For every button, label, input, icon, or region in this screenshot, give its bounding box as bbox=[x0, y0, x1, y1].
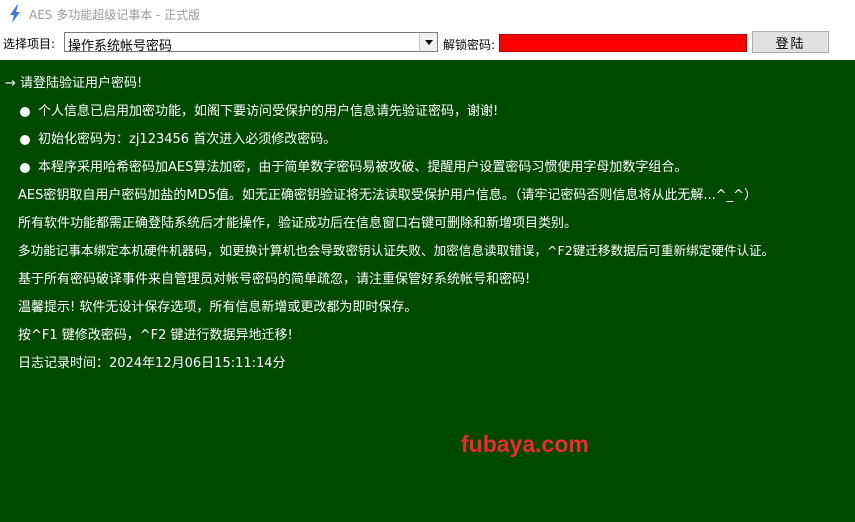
window-title: AES 多功能超级记事本 - 正式版 bbox=[29, 7, 201, 22]
list-item: 初始化密码为：zj123456 首次进入必须修改密码。 bbox=[20, 128, 336, 147]
unlock-password-input[interactable] bbox=[499, 34, 747, 52]
project-select[interactable]: 操作系统帐号密码 bbox=[64, 32, 438, 54]
log-time: 日志记录时间：2024年12月06日15:11:14分 bbox=[18, 356, 286, 371]
title-bar: AES 多功能超级记事本 - 正式版 bbox=[0, 0, 855, 28]
watermark: fubaya.com bbox=[461, 431, 589, 457]
project-select-value: 操作系统帐号密码 bbox=[68, 39, 173, 54]
info-line: AES密钥取自用户密码加盐的MD5值。如无正确密钥验证将无法读取受保护用户信息。… bbox=[18, 188, 758, 203]
info-line: 按^F1 键修改密码，^F2 键进行数据异地迁移! bbox=[18, 328, 293, 343]
info-line: 所有软件功能都需正确登陆系统后才能操作，验证成功后在信息窗口右键可删除和新增项目… bbox=[18, 216, 578, 231]
chevron-down-icon[interactable] bbox=[419, 33, 437, 51]
info-line: 温馨提示! 软件无设计保存选项，所有信息新增或更改都为即时保存。 bbox=[18, 300, 418, 315]
info-line: 基于所有密码破译事件来自管理员对帐号密码的简单疏忽，请注重保管好系统帐号和密码! bbox=[18, 272, 531, 287]
list-item: 本程序采用哈希密码加AES算法加密，由于简单数字密码易被攻破、提醒用户设置密码习… bbox=[20, 156, 687, 175]
login-prompt: → 请登陆验证用户密码! bbox=[5, 76, 143, 91]
unlock-password-label: 解锁密码: bbox=[443, 38, 496, 52]
login-button[interactable]: 登陆 bbox=[752, 31, 829, 53]
bullet-icon bbox=[20, 162, 30, 173]
bullet-icon bbox=[20, 134, 30, 145]
bullet-icon bbox=[20, 106, 30, 117]
project-label: 选择项目: bbox=[3, 37, 56, 51]
list-item: 个人信息已启用加密功能，如阁下要访问受保护的用户信息请先验证密码，谢谢! bbox=[20, 100, 498, 119]
lightning-icon bbox=[5, 4, 25, 24]
message-panel: → 请登陆验证用户密码! 个人信息已启用加密功能，如阁下要访问受保护的用户信息请… bbox=[0, 60, 855, 522]
info-line: 多功能记事本绑定本机硬件机器码，如更换计算机也会导致密钥认证失败、加密信息读取错… bbox=[18, 243, 775, 258]
toolbar: 选择项目: 操作系统帐号密码 解锁密码: 登陆 bbox=[0, 28, 855, 60]
